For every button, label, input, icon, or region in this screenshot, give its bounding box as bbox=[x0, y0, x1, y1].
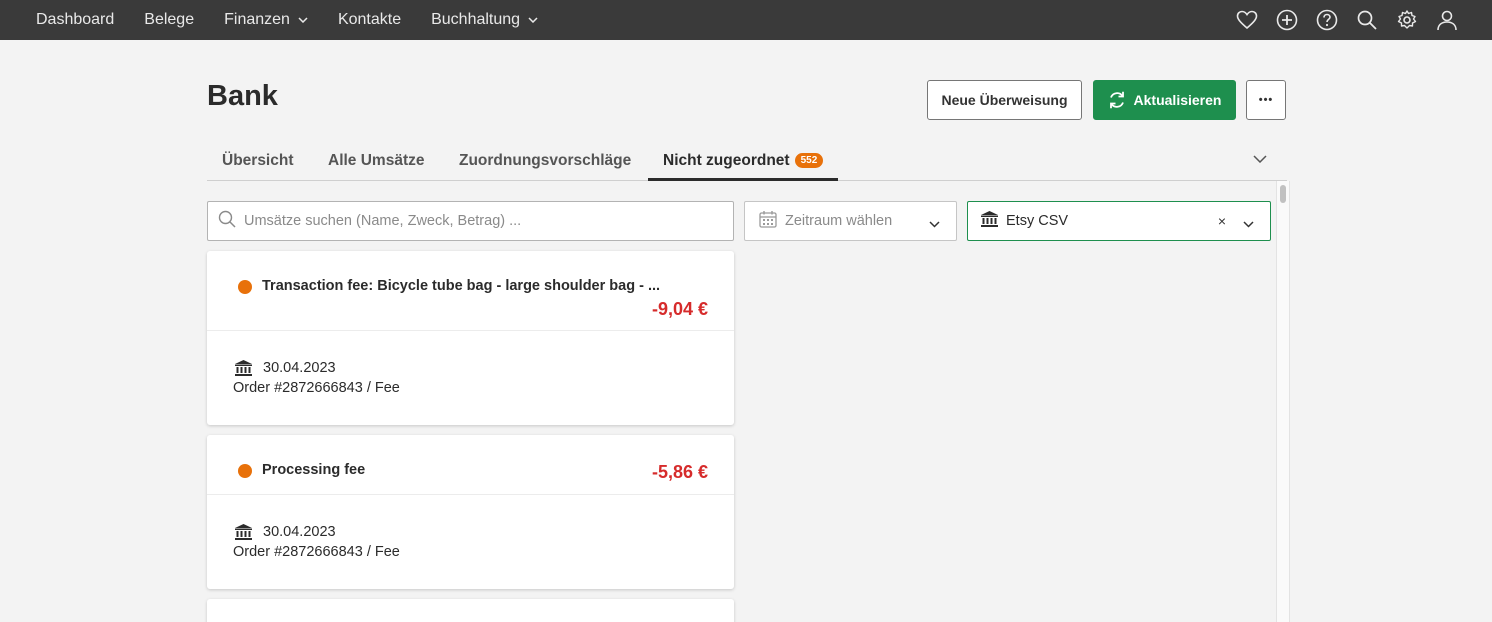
nav-label: Dashboard bbox=[36, 11, 115, 28]
account-select[interactable]: Etsy CSV × bbox=[967, 201, 1271, 241]
transaction-details: 30.04.2023 Order #2872666843 / Fee bbox=[207, 331, 734, 425]
transaction-date: 30.04.2023 bbox=[263, 524, 336, 540]
nav-label: Belege bbox=[144, 11, 195, 28]
tab-label: Alle Umsätze bbox=[328, 151, 425, 169]
more-icon: ••• bbox=[1258, 94, 1274, 106]
date-range-select[interactable]: Zeitraum wählen bbox=[744, 201, 957, 241]
heart-icon[interactable] bbox=[1236, 9, 1258, 31]
nav-item-buchhaltung[interactable]: Buchhaltung bbox=[431, 11, 538, 29]
nav-icon-bar bbox=[1218, 0, 1458, 40]
bank-icon bbox=[234, 523, 253, 546]
chevron-down-icon[interactable] bbox=[1243, 215, 1254, 233]
user-icon[interactable] bbox=[1436, 9, 1458, 31]
transaction-card[interactable] bbox=[207, 599, 734, 622]
tab-alle-umsaetze[interactable]: Alle Umsätze bbox=[328, 140, 424, 181]
nav-label: Kontakte bbox=[337, 11, 402, 28]
bank-icon bbox=[234, 359, 253, 382]
nav-item-dashboard[interactable]: Dashboard bbox=[36, 11, 114, 29]
refresh-button[interactable]: Aktualisieren bbox=[1093, 80, 1236, 120]
search-input[interactable] bbox=[244, 213, 714, 229]
tab-zuordnungsvorschlaege[interactable]: Zuordnungsvorschläge bbox=[459, 140, 631, 181]
chevron-down-icon bbox=[929, 215, 940, 233]
new-transfer-button[interactable]: Neue Überweisung bbox=[927, 80, 1082, 120]
more-options-button[interactable]: ••• bbox=[1246, 80, 1286, 120]
tab-label: Nicht zugeordnet bbox=[663, 151, 790, 169]
transaction-title: Transaction fee: Bicycle tube bag - larg… bbox=[262, 278, 661, 294]
tab-label: Übersicht bbox=[222, 151, 294, 169]
date-range-placeholder: Zeitraum wählen bbox=[785, 213, 893, 229]
account-value: Etsy CSV bbox=[1006, 213, 1069, 229]
nav-item-finanzen[interactable]: Finanzen bbox=[224, 11, 308, 29]
tab-nicht-zugeordnet[interactable]: Nicht zugeordnet 552 bbox=[648, 140, 839, 181]
tab-label: Zuordnungsvorschläge bbox=[459, 151, 632, 169]
chevron-down-icon bbox=[298, 17, 308, 23]
transaction-title: Processing fee bbox=[262, 462, 366, 478]
search-icon[interactable] bbox=[1356, 9, 1378, 31]
status-dot bbox=[238, 280, 252, 294]
transaction-reference: Order #2872666843 / Fee bbox=[233, 544, 400, 560]
search-icon bbox=[218, 210, 236, 233]
bank-icon bbox=[980, 210, 999, 233]
page-title: Bank bbox=[207, 80, 278, 112]
transaction-card[interactable]: Processing fee -5,86 € 30.04.2023 Order … bbox=[207, 435, 734, 589]
clear-icon[interactable]: × bbox=[1218, 213, 1226, 229]
nav-item-kontakte[interactable]: Kontakte bbox=[338, 11, 401, 29]
plus-circle-icon[interactable] bbox=[1276, 9, 1298, 31]
scrollbar[interactable] bbox=[1276, 181, 1290, 622]
transaction-header: Processing fee -5,86 € bbox=[207, 435, 734, 495]
nav-label: Finanzen bbox=[224, 11, 290, 28]
help-icon[interactable] bbox=[1316, 9, 1338, 31]
search-field[interactable] bbox=[207, 201, 734, 241]
new-transfer-label: Neue Überweisung bbox=[941, 92, 1068, 108]
calendar-icon bbox=[759, 210, 777, 233]
gear-icon[interactable] bbox=[1396, 9, 1418, 31]
nav-item-belege[interactable]: Belege bbox=[144, 11, 194, 29]
chevron-down-icon[interactable] bbox=[1253, 150, 1267, 168]
transaction-card[interactable]: Transaction fee: Bicycle tube bag - larg… bbox=[207, 251, 734, 425]
count-badge: 552 bbox=[794, 153, 824, 168]
tab-bar: Übersicht Alle Umsätze Zuordnungsvorschl… bbox=[207, 140, 1287, 181]
status-dot bbox=[238, 464, 252, 478]
main-nav: Dashboard Belege Finanzen Kontakte Buchh… bbox=[0, 0, 568, 40]
chevron-down-icon bbox=[528, 17, 538, 23]
scrollbar-thumb[interactable] bbox=[1280, 185, 1286, 203]
transaction-details: 30.04.2023 Order #2872666843 / Fee bbox=[207, 495, 734, 589]
refresh-icon bbox=[1108, 90, 1126, 110]
transaction-amount: -9,04 € bbox=[651, 299, 708, 319]
transaction-reference: Order #2872666843 / Fee bbox=[233, 380, 400, 396]
refresh-label: Aktualisieren bbox=[1133, 92, 1222, 108]
top-navigation: Dashboard Belege Finanzen Kontakte Buchh… bbox=[0, 0, 1492, 40]
transaction-date: 30.04.2023 bbox=[263, 360, 336, 376]
tab-uebersicht[interactable]: Übersicht bbox=[222, 140, 294, 181]
transaction-header: Transaction fee: Bicycle tube bag - larg… bbox=[207, 251, 734, 331]
transaction-amount: -5,86 € bbox=[651, 462, 708, 482]
nav-label: Buchhaltung bbox=[431, 11, 521, 28]
